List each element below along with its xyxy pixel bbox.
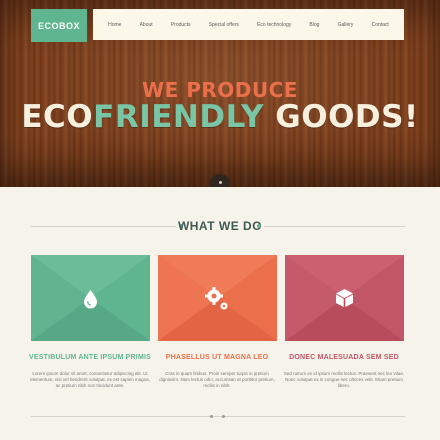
feature-text-1: Lorem ipsum dolor sit amet, consectetur … — [30, 371, 150, 388]
nav-item-special-offers[interactable]: Special offers — [209, 22, 239, 28]
main-nav: Home About Products Special offers Eco t… — [93, 9, 404, 40]
feature-card-2[interactable] — [158, 255, 277, 341]
hero-title-eco: ECO — [21, 99, 94, 135]
hero-title-goods: GOODS! — [275, 99, 419, 135]
feature-text-3: Sed rutrum ex id ipsum mollis lectus. Pr… — [283, 371, 405, 388]
bottom-divider — [31, 416, 405, 417]
hero-title-friendly: FRIENDLY — [93, 99, 276, 135]
nav-item-contact[interactable]: Contact — [372, 22, 389, 28]
feature-card-3[interactable] — [285, 255, 404, 341]
scroll-indicator-icon — [218, 180, 222, 184]
nav-item-about[interactable]: About — [140, 22, 153, 28]
feature-title-2: PHASELLUS UT MAGNA LEO — [165, 354, 269, 361]
pagination-dot-1[interactable] — [210, 415, 213, 418]
feature-text-2: Cras in quam finibus. Proin semper turpi… — [159, 371, 275, 388]
feature-title-3: DONEC MALESUADA SEM SED — [289, 354, 399, 361]
hero-title: ECOFRIENDLY GOODS! — [0, 99, 440, 135]
section-bullet-right — [257, 224, 261, 228]
nav-item-home[interactable]: Home — [108, 22, 121, 28]
nav-item-products[interactable]: Products — [171, 22, 191, 28]
logo[interactable]: ECOBOX — [31, 9, 87, 42]
nav-item-eco-technology[interactable]: Eco technology — [257, 22, 291, 28]
pagination-dot-2[interactable] — [222, 415, 225, 418]
feature-title-1: VESTIBULUM ANTE IPSUM PRIMIS — [28, 354, 151, 361]
scroll-down-button[interactable] — [210, 174, 230, 187]
feature-card-1[interactable] — [31, 255, 150, 341]
section-divider-right — [264, 226, 405, 227]
nav-item-gallery[interactable]: Gallery — [338, 22, 354, 28]
nav-item-blog[interactable]: Blog — [309, 22, 319, 28]
